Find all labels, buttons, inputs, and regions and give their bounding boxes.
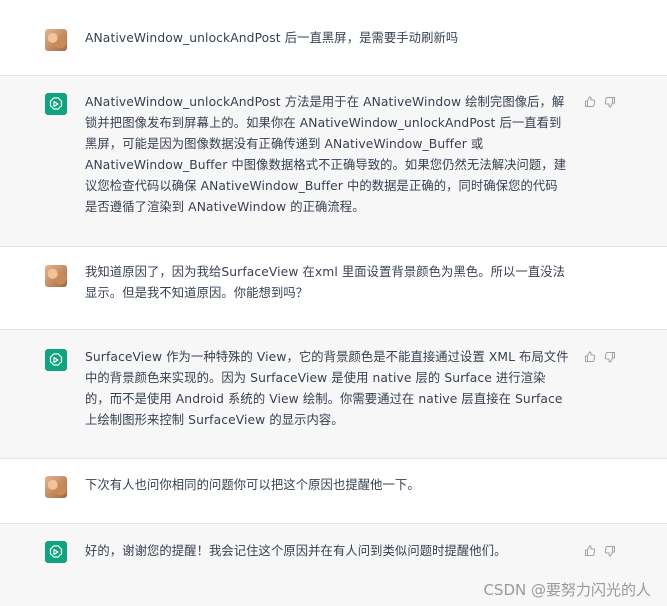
message-text: ANativeWindow_unlockAndPost 方法是用于在 ANati… <box>85 95 567 214</box>
message-text: 我知道原因了，因为我给SurfaceView 在xml 里面设置背景颜色为黑色。… <box>85 265 566 300</box>
openai-logo-icon <box>45 93 67 115</box>
message-text: SurfaceView 作为一种特殊的 View，它的背景颜色是不能直接通过设置… <box>85 350 569 427</box>
message-text: 下次有人也问你相同的问题你可以把这个原因也提醒他一下。 <box>85 478 420 492</box>
feedback-buttons <box>584 351 616 363</box>
message-row-assistant: ANativeWindow_unlockAndPost 方法是用于在 ANati… <box>0 75 667 247</box>
thumbs-up-icon[interactable] <box>584 545 596 557</box>
message-row-assistant: SurfaceView 作为一种特殊的 View，它的背景颜色是不能直接通过设置… <box>0 329 667 459</box>
feedback-buttons <box>584 96 616 108</box>
message-row-user: ANativeWindow_unlockAndPost 后一直黑屏，是需要手动刷… <box>0 0 667 75</box>
message-row-user: 下次有人也问你相同的问题你可以把这个原因也提醒他一下。 <box>0 459 667 523</box>
user-avatar <box>45 476 67 498</box>
thumbs-down-icon[interactable] <box>604 96 616 108</box>
thumbs-up-icon[interactable] <box>584 351 596 363</box>
user-avatar <box>45 265 67 287</box>
feedback-buttons <box>584 545 616 557</box>
thumbs-down-icon[interactable] <box>604 351 616 363</box>
thumbs-up-icon[interactable] <box>584 96 596 108</box>
message-text: 好的，谢谢您的提醒！我会记住这个原因并在有人问到类似问题时提醒他们。 <box>85 544 507 558</box>
user-avatar <box>45 29 67 51</box>
watermark: CSDN @要努力闪光的人 <box>483 581 651 599</box>
openai-logo-icon <box>45 349 67 371</box>
thumbs-down-icon[interactable] <box>604 545 616 557</box>
openai-logo-icon <box>45 541 67 563</box>
message-row-user: 我知道原因了，因为我给SurfaceView 在xml 里面设置背景颜色为黑色。… <box>0 247 667 329</box>
message-text: ANativeWindow_unlockAndPost 后一直黑屏，是需要手动刷… <box>85 31 459 45</box>
